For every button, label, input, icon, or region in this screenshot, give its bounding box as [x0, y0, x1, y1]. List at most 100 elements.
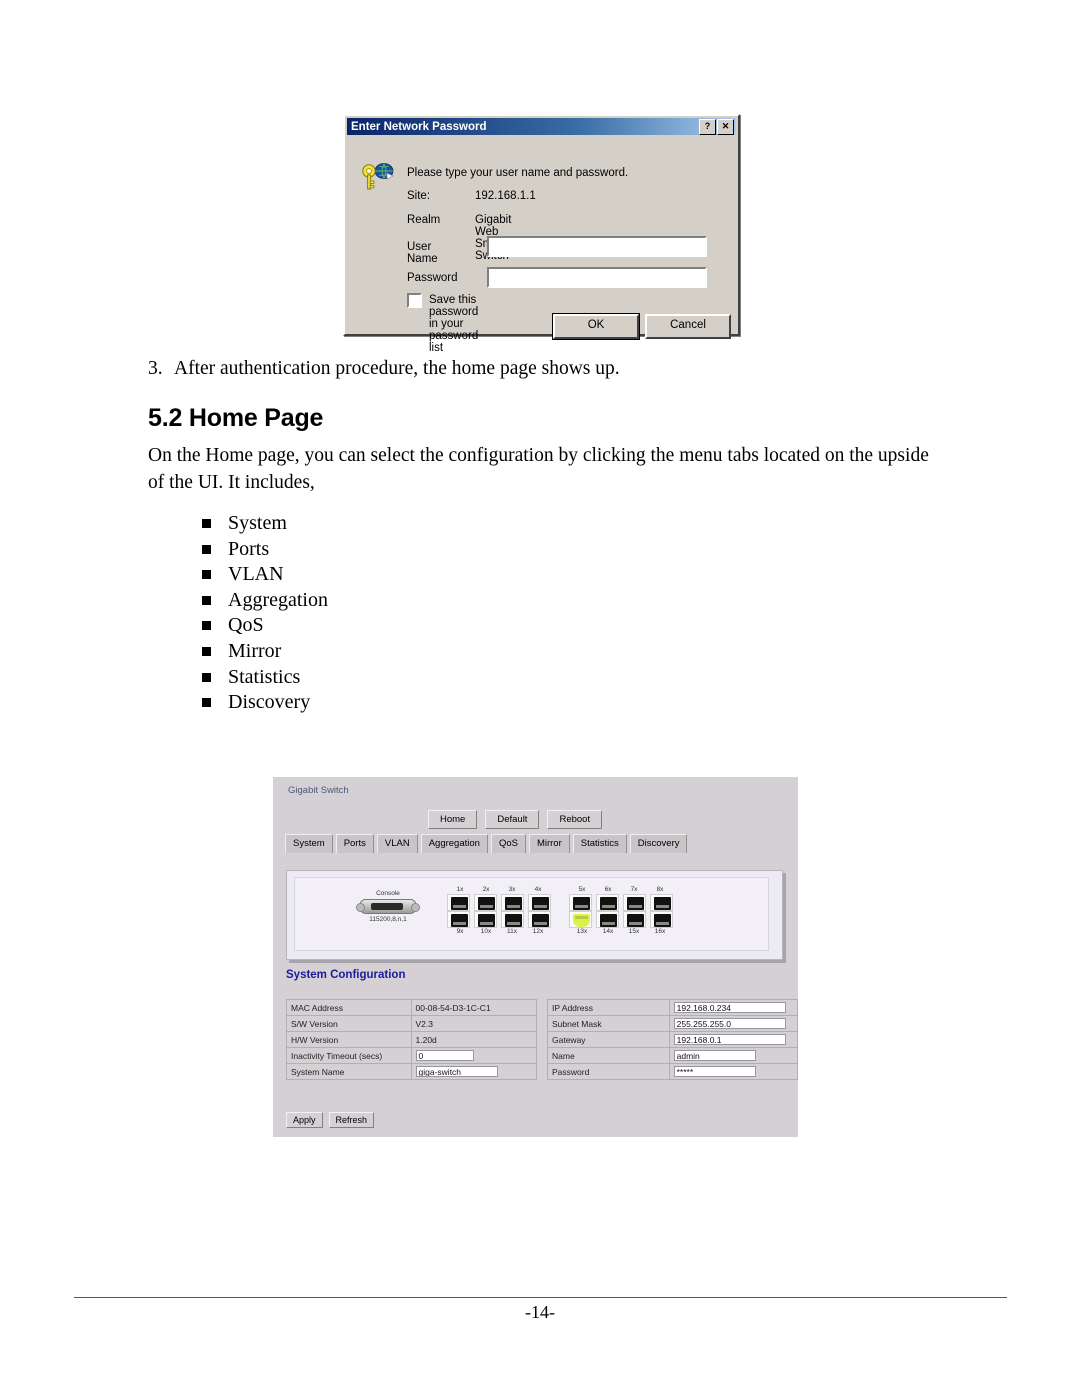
tab-discovery[interactable]: Discovery	[629, 834, 688, 853]
port-column	[648, 894, 675, 928]
inactivity-timeout-input[interactable]: 0	[415, 1050, 474, 1062]
port-15x-icon[interactable]	[623, 911, 646, 928]
port-3x-icon[interactable]	[501, 894, 524, 911]
refresh-button[interactable]: Refresh	[328, 1112, 375, 1128]
row-value-cell: 192.168.0.1	[668, 1031, 799, 1048]
feature-list: System Ports VLAN Aggregation QoS Mirror…	[200, 511, 328, 716]
row-value: 1.20d	[410, 1031, 538, 1048]
help-icon[interactable]: ?	[699, 118, 716, 135]
password-label: Password	[407, 272, 458, 284]
apply-button[interactable]: Apply	[286, 1112, 323, 1128]
table-row: MAC Address 00-08-54-D3-1C-C1	[286, 999, 538, 1016]
tab-vlan[interactable]: VLAN	[376, 834, 418, 853]
port-label: 15x	[628, 928, 640, 935]
port-column	[445, 894, 472, 928]
row-value-cell: 0	[410, 1047, 538, 1064]
port-11x-icon[interactable]	[501, 911, 524, 928]
cancel-button[interactable]: Cancel	[645, 314, 731, 339]
port-12x-icon[interactable]	[528, 911, 551, 928]
save-password-checkbox[interactable]	[407, 293, 422, 308]
table-row: Inactivity Timeout (secs) 0	[286, 1047, 538, 1064]
console-label: Console	[376, 890, 400, 897]
key-globe-icon	[362, 163, 394, 190]
ip-address-input[interactable]: 192.168.0.234	[673, 1002, 786, 1014]
row-value-cell: 192.168.0.234	[668, 999, 799, 1016]
switch-top-buttons: Home Default Reboot	[428, 810, 603, 829]
ok-button[interactable]: OK	[552, 313, 640, 340]
port-5x-icon[interactable]	[569, 894, 592, 911]
port-16x-icon[interactable]	[650, 911, 673, 928]
bullet-square-icon	[202, 698, 211, 708]
row-label: H/W Version	[286, 1031, 412, 1048]
system-name-input[interactable]: giga-switch	[415, 1066, 498, 1078]
tab-mirror[interactable]: Mirror	[528, 834, 570, 853]
list-item: Statistics	[200, 665, 328, 691]
port-label: 1x	[456, 886, 464, 893]
reboot-button[interactable]: Reboot	[547, 810, 603, 829]
switch-brand-label: Gigabit Switch	[288, 785, 349, 796]
port-9x-icon[interactable]	[447, 911, 470, 928]
port-13x-icon-active[interactable]	[569, 911, 592, 928]
list-item-label: Mirror	[228, 639, 282, 662]
port-8x-icon[interactable]	[650, 894, 673, 911]
console-port: Console 115200,8,n,1	[350, 890, 426, 923]
site-label: Site:	[407, 190, 431, 202]
port-label: 4x	[534, 886, 542, 893]
table-row: Subnet Mask 255.255.255.0	[547, 1015, 799, 1032]
tab-ports[interactable]: Ports	[335, 834, 374, 853]
gateway-input[interactable]: 192.168.0.1	[673, 1034, 786, 1046]
tab-statistics[interactable]: Statistics	[572, 834, 627, 853]
list-item: VLAN	[200, 562, 328, 588]
tab-aggregation[interactable]: Aggregation	[420, 834, 488, 853]
name-input[interactable]: admin	[673, 1050, 756, 1062]
row-label: System Name	[286, 1063, 412, 1080]
dialog-prompt: Please type your user name and password.	[407, 167, 629, 179]
row-value-cell: admin	[668, 1047, 799, 1064]
tab-system[interactable]: System	[285, 834, 333, 853]
front-panel-inner: Console 115200,8,n,1 1x 2x 3x 4x 9x 10x …	[294, 877, 769, 951]
port-labels-top-1: 1x 2x 3x 4x	[445, 886, 553, 893]
tab-qos[interactable]: QoS	[490, 834, 526, 853]
port-label: 8x	[656, 886, 664, 893]
port-1x-icon[interactable]	[447, 894, 470, 911]
port-10x-icon[interactable]	[474, 911, 497, 928]
home-button[interactable]: Home	[428, 810, 478, 829]
close-icon[interactable]: ✕	[717, 118, 734, 135]
port-2x-icon[interactable]	[474, 894, 497, 911]
port-14x-icon[interactable]	[596, 911, 619, 928]
list-item: Mirror	[200, 639, 328, 665]
port-label: 16x	[654, 928, 666, 935]
user-name-input[interactable]	[487, 236, 707, 257]
default-button[interactable]: Default	[485, 810, 540, 829]
row-label: IP Address	[547, 999, 670, 1016]
table-row: Gateway 192.168.0.1	[547, 1031, 799, 1048]
row-label: MAC Address	[286, 999, 412, 1016]
port-6x-icon[interactable]	[596, 894, 619, 911]
port-7x-icon[interactable]	[623, 894, 646, 911]
list-item-label: Statistics	[228, 665, 301, 688]
port-label: 11x	[507, 928, 517, 935]
password-input[interactable]: *****	[673, 1066, 756, 1078]
password-input[interactable]	[487, 267, 707, 288]
row-label: Name	[547, 1047, 670, 1064]
port-group-2: 5x 6x 7x 8x 13x 14x 15x 16x	[567, 886, 675, 935]
subnet-mask-input[interactable]: 255.255.255.0	[673, 1018, 786, 1030]
list-item: Discovery	[200, 690, 328, 716]
port-label: 3x	[508, 886, 516, 893]
row-value-cell: giga-switch	[410, 1063, 538, 1080]
switch-tab-bar: System Ports VLAN Aggregation QoS Mirror…	[285, 834, 688, 853]
row-value-cell: 255.255.255.0	[668, 1015, 799, 1032]
port-label: 10x	[480, 928, 492, 935]
row-label: S/W Version	[286, 1015, 412, 1032]
port-4x-icon[interactable]	[528, 894, 551, 911]
port-column	[526, 894, 553, 928]
section-title: System Configuration	[286, 969, 406, 981]
port-label: 14x	[602, 928, 614, 935]
bullet-square-icon	[202, 621, 211, 631]
realm-label: Realm	[407, 214, 441, 226]
dialog-title-bar[interactable]: Enter Network Password ? ✕	[347, 118, 736, 135]
port-column	[594, 894, 621, 928]
port-labels-top-2: 5x 6x 7x 8x	[567, 886, 675, 893]
dialog-title: Enter Network Password	[351, 120, 487, 133]
list-item-label: VLAN	[228, 563, 284, 586]
